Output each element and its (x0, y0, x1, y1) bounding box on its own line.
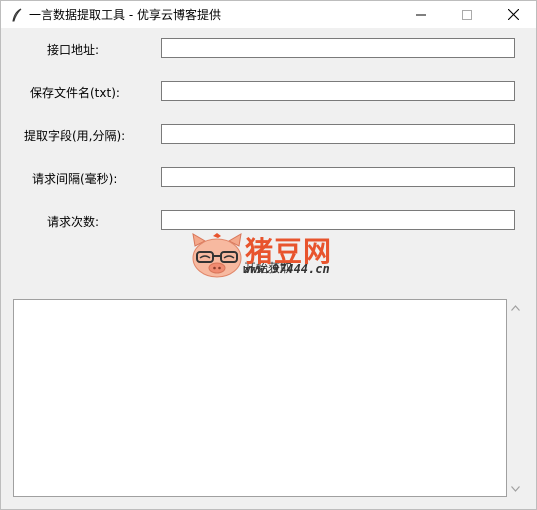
close-icon (507, 9, 519, 20)
output-text-area[interactable] (13, 299, 507, 497)
chevron-down-icon (511, 485, 520, 492)
save-filename-input[interactable] (161, 81, 515, 101)
window-title: 一言数据提取工具 - 优享云博客提供 (29, 8, 221, 22)
feather-icon (9, 7, 25, 23)
maximize-button[interactable] (444, 1, 490, 28)
label-extract-fields: 提取字段(用,分隔): (24, 129, 126, 143)
scroll-down-button[interactable] (507, 480, 524, 497)
start-button[interactable]: 开始获取 (233, 254, 303, 280)
minimize-button[interactable] (398, 1, 444, 28)
close-button[interactable] (490, 1, 536, 28)
minimize-icon (416, 14, 426, 15)
output-scrollbar[interactable] (507, 299, 524, 497)
extract-fields-input[interactable] (161, 124, 515, 144)
label-request-count: 请求次数: (47, 215, 100, 229)
scroll-up-button[interactable] (507, 299, 524, 316)
request-count-input[interactable] (161, 210, 515, 230)
maximize-icon (462, 9, 472, 20)
title-bar[interactable]: 一言数据提取工具 - 优享云博客提供 (1, 1, 536, 28)
chevron-up-icon (511, 304, 520, 311)
label-request-interval: 请求间隔(毫秒): (32, 172, 118, 186)
label-save-filename: 保存文件名(txt): (30, 86, 120, 100)
app-window: 一言数据提取工具 - 优享云博客提供 接口地址: 保存文件名(txt): 提取字… (0, 0, 537, 510)
api-url-input[interactable] (161, 38, 515, 58)
window-controls (398, 1, 536, 28)
request-interval-input[interactable] (161, 167, 515, 187)
label-api-url: 接口地址: (47, 43, 100, 57)
